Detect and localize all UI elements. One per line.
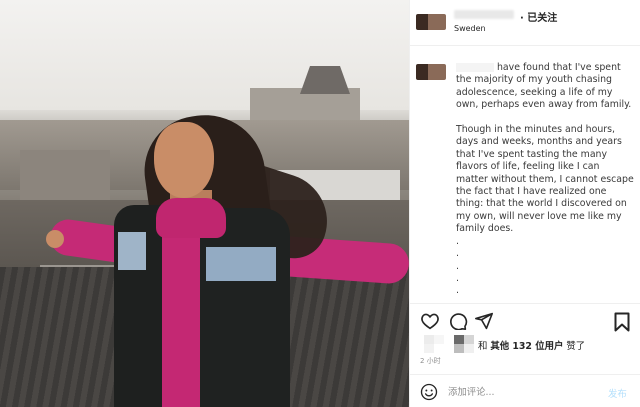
comment-icon[interactable]: [448, 312, 468, 330]
follow-status[interactable]: · 已关注: [520, 9, 557, 24]
post-side-panel: · 已关注 Sweden have found that I've spent …: [409, 0, 640, 407]
bookmark-icon[interactable]: [614, 312, 630, 332]
post-header: · 已关注 Sweden: [410, 0, 640, 46]
post-comment-button[interactable]: 发布: [608, 386, 627, 400]
post-timestamp[interactable]: 2 小时: [420, 356, 441, 366]
heart-icon[interactable]: [420, 312, 440, 330]
emoji-icon[interactable]: [420, 383, 438, 401]
username-redacted[interactable]: [454, 10, 514, 19]
caption-text: have found that I've spent the majority …: [456, 62, 634, 301]
likes-count[interactable]: 其他 132 位用户: [490, 341, 563, 352]
likes-summary: 和 其他 132 位用户 赞了: [416, 335, 636, 353]
post-photo: [0, 0, 409, 407]
location-label[interactable]: Sweden: [454, 24, 486, 33]
share-icon[interactable]: [474, 312, 494, 330]
avatar[interactable]: [416, 64, 446, 80]
comment-composer: 发布: [410, 374, 640, 407]
caption-area: have found that I've spent the majority …: [410, 56, 640, 301]
likes-suffix: 赞了: [563, 341, 586, 352]
avatar[interactable]: [416, 14, 446, 30]
username-redacted[interactable]: [456, 63, 494, 72]
comment-input[interactable]: [448, 383, 588, 401]
post-actions: 和 其他 132 位用户 赞了 2 小时 发布: [410, 303, 640, 407]
instagram-post-modal: · 已关注 Sweden have found that I've spent …: [0, 0, 640, 407]
scrollbar[interactable]: [635, 116, 639, 296]
likes-prefix: 和: [478, 341, 488, 352]
liker-avatars[interactable]: [424, 335, 480, 353]
